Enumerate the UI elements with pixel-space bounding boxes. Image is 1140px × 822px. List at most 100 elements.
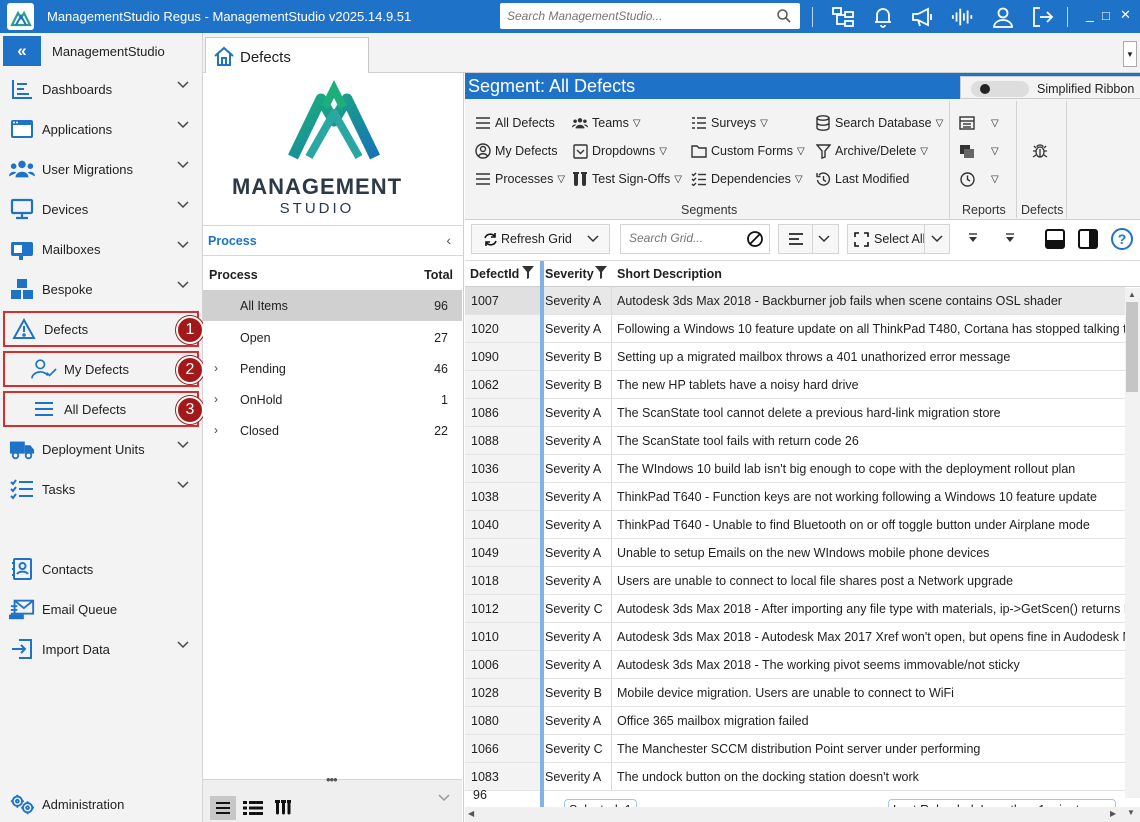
- sidebar-item-bespoke[interactable]: Bespoke: [3, 271, 199, 307]
- table-row[interactable]: 1090 Severity B Setting up a migrated mail…: [465, 343, 1125, 371]
- ribbon-dropdowns-button[interactable]: Dropdowns ▽: [572, 141, 667, 161]
- horizontal-scrollbar[interactable]: ◀ ▶ ▼: [465, 807, 1140, 822]
- logout-icon[interactable]: [1031, 5, 1055, 29]
- table-row[interactable]: 1012 Severity C Autodesk 3ds Max 2018 - Af…: [465, 595, 1125, 623]
- chevron-down-icon[interactable]: [177, 201, 189, 209]
- chevron-down-icon[interactable]: [177, 241, 189, 249]
- table-row[interactable]: 1049 Severity A Unable to setup Emails on …: [465, 539, 1125, 567]
- table-row[interactable]: 1007 Severity A Autodesk 3ds Max 2018 - Ba…: [465, 287, 1125, 315]
- ribbon-search-database-button[interactable]: Search Database ▽: [815, 113, 943, 133]
- ribbon-dependencies-button[interactable]: Dependencies ▽: [691, 169, 803, 189]
- table-row[interactable]: 1020 Severity A Following a Windows 10 fea…: [465, 315, 1125, 343]
- ribbon-report-copy-button[interactable]: ▽: [959, 141, 999, 161]
- refresh-grid-button[interactable]: Refresh Grid: [471, 224, 610, 254]
- table-row[interactable]: 1036 Severity A The WIndows 10 build lab i…: [465, 455, 1125, 483]
- chevron-down-icon[interactable]: [438, 794, 450, 802]
- ribbon-all-defects-button[interactable]: All Defects: [475, 113, 555, 133]
- list-view-icon[interactable]: [210, 796, 236, 820]
- user-icon[interactable]: [991, 5, 1015, 29]
- sidebar-item-devices[interactable]: Devices: [3, 191, 199, 227]
- tab-menu-button[interactable]: ▼: [1123, 41, 1137, 67]
- ribbon-archive-delete-button[interactable]: Archive/Delete ▽: [815, 141, 928, 161]
- ribbon-last-modified-button[interactable]: Last Modified: [815, 169, 909, 189]
- chevron-down-icon[interactable]: [177, 281, 189, 289]
- table-row[interactable]: 1040 Severity A ThinkPad T640 - Unable to …: [465, 511, 1125, 539]
- scroll-down-icon[interactable]: ▼: [1127, 808, 1135, 817]
- ribbon-my-defects-button[interactable]: My Defects: [475, 141, 558, 161]
- process-row-all-items[interactable]: All Items 96: [203, 290, 462, 321]
- resize-grip[interactable]: •••: [326, 772, 338, 787]
- table-row[interactable]: 1028 Severity B Mobile device migration. U…: [465, 679, 1125, 707]
- ribbon-defects-button[interactable]: [1032, 141, 1052, 161]
- sidebar-item-all-defects[interactable]: All Defects 3: [3, 391, 204, 427]
- chevron-down-icon[interactable]: [177, 81, 189, 89]
- bottom-panel-icon[interactable]: [1045, 229, 1065, 249]
- minimize-button[interactable]: _: [1086, 6, 1094, 22]
- tab-defects[interactable]: Defects: [205, 37, 369, 74]
- table-row[interactable]: 1086 Severity A The ScanState tool cannot …: [465, 399, 1125, 427]
- process-row-onhold[interactable]: › OnHold 1: [203, 384, 462, 415]
- hierarchy-icon[interactable]: [831, 5, 855, 29]
- sidebar-item-email-queue[interactable]: Email Queue: [3, 591, 199, 627]
- col-header-total[interactable]: Total: [424, 268, 453, 282]
- row-filter-dropdown-icon[interactable]: [967, 233, 979, 243]
- col-header-severity[interactable]: Severity: [545, 267, 594, 281]
- sidebar-item-deployment-units[interactable]: Deployment Units: [3, 431, 199, 467]
- vertical-scrollbar[interactable]: ▲: [1125, 288, 1140, 798]
- side-panel-icon[interactable]: [1078, 229, 1098, 249]
- table-row[interactable]: 1088 Severity A The ScanState tool fails w…: [465, 427, 1125, 455]
- table-row[interactable]: 1010 Severity A Autodesk 3ds Max 2018 - Au…: [465, 623, 1125, 651]
- ribbon-teams-button[interactable]: Teams ▽: [572, 113, 641, 133]
- col-header-defect-id[interactable]: DefectId: [470, 267, 519, 281]
- chevron-down-icon[interactable]: [587, 235, 599, 243]
- table-row[interactable]: 1062 Severity B The new HP tablets have a …: [465, 371, 1125, 399]
- ribbon-test-signoffs-button[interactable]: Test Sign-Offs ▽: [572, 169, 682, 189]
- table-row[interactable]: 1066 Severity C The Manchester SCCM distri…: [465, 735, 1125, 763]
- global-search-input[interactable]: [507, 7, 767, 25]
- chevron-down-icon[interactable]: [931, 235, 943, 243]
- clear-search-icon[interactable]: [746, 230, 764, 248]
- sidebar-item-user-migrations[interactable]: User Migrations: [3, 151, 199, 187]
- table-row[interactable]: 1080 Severity A Office 365 mailbox migrati…: [465, 707, 1125, 735]
- select-all-button[interactable]: Select All: [847, 224, 950, 254]
- chevron-down-icon[interactable]: [177, 121, 189, 129]
- megaphone-icon[interactable]: [911, 5, 935, 29]
- sidebar-item-administration[interactable]: Administration: [3, 786, 199, 822]
- chevron-down-icon[interactable]: [177, 161, 189, 169]
- sidebar-item-mailboxes[interactable]: Mailboxes: [3, 231, 199, 267]
- filter-icon[interactable]: [522, 266, 534, 279]
- ribbon-surveys-button[interactable]: Surveys ▽: [691, 113, 768, 133]
- detail-list-icon[interactable]: [240, 796, 266, 820]
- table-row[interactable]: 1006 Severity A Autodesk 3ds Max 2018 - Th…: [465, 651, 1125, 679]
- column-filter-dropdown-icon[interactable]: [1004, 233, 1016, 243]
- process-row-closed[interactable]: › Closed 22: [203, 415, 462, 446]
- sidebar-item-my-defects[interactable]: My Defects 2: [3, 351, 204, 387]
- maximize-button[interactable]: □: [1102, 8, 1110, 23]
- sidebar-item-contacts[interactable]: Contacts: [3, 551, 199, 587]
- scroll-right-icon[interactable]: ▶: [1110, 809, 1116, 818]
- bell-icon[interactable]: [871, 5, 895, 29]
- process-row-open[interactable]: Open 27: [203, 322, 462, 353]
- chevron-right-icon[interactable]: ›: [214, 392, 218, 406]
- column-resize-handle[interactable]: [540, 261, 544, 810]
- search-icon[interactable]: [776, 8, 792, 24]
- process-row-pending[interactable]: › Pending 46: [203, 353, 462, 384]
- ribbon-report-grid-button[interactable]: ▽: [959, 113, 999, 133]
- table-row[interactable]: 1038 Severity A ThinkPad T640 - Function k…: [465, 483, 1125, 511]
- chevron-down-icon[interactable]: [177, 481, 189, 489]
- close-button[interactable]: ✕: [1120, 7, 1131, 23]
- chevron-down-icon[interactable]: [177, 441, 189, 449]
- table-row[interactable]: 1018 Severity A Users are unable to connec…: [465, 567, 1125, 595]
- sidebar-collapse-button[interactable]: «: [3, 36, 41, 66]
- chevron-right-icon[interactable]: ›: [214, 423, 218, 437]
- sidebar-item-tasks[interactable]: Tasks: [3, 471, 199, 507]
- scroll-left-icon[interactable]: ◀: [468, 809, 474, 818]
- sidebar-item-applications[interactable]: Applications: [3, 111, 199, 147]
- chevron-right-icon[interactable]: ›: [214, 361, 218, 375]
- col-header-short-description[interactable]: Short Description: [617, 267, 722, 281]
- sidebar-item-import-data[interactable]: Import Data: [3, 631, 199, 667]
- chevron-down-icon[interactable]: [177, 641, 189, 649]
- grid-search[interactable]: [620, 224, 770, 254]
- sidebar-item-dashboards[interactable]: Dashboards: [3, 71, 199, 107]
- ribbon-processes-button[interactable]: Processes ▽: [475, 169, 565, 189]
